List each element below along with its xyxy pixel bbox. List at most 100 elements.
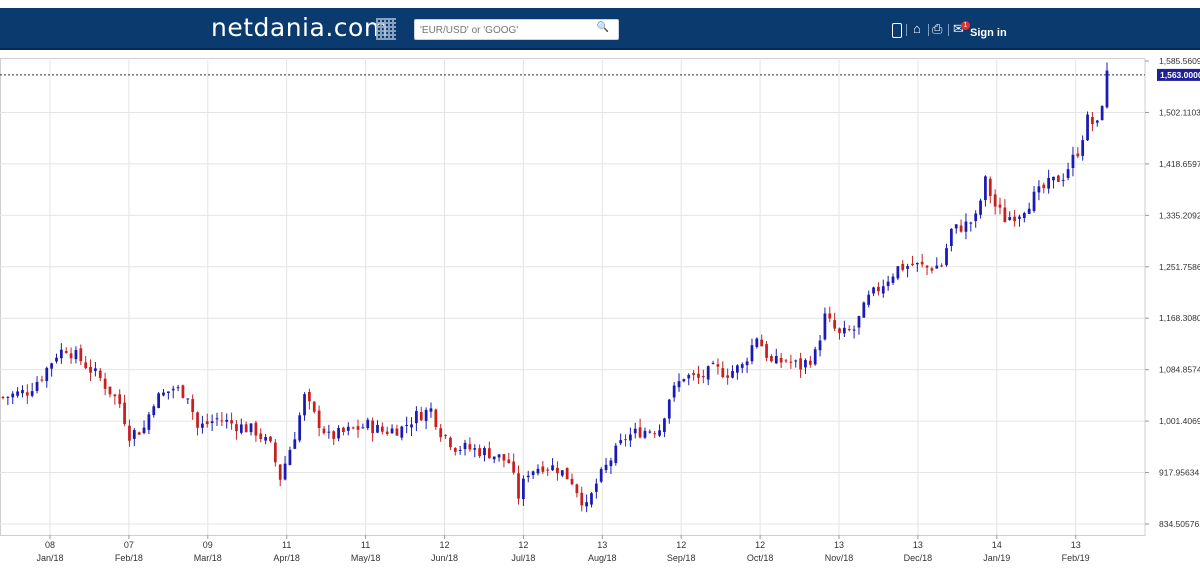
candle-body xyxy=(779,357,783,363)
header-divider xyxy=(928,24,929,36)
candle-body xyxy=(342,427,345,433)
x-tick-month: Nov/18 xyxy=(825,553,854,563)
candle-body xyxy=(1081,140,1085,156)
candle-body xyxy=(629,434,632,441)
candle-body xyxy=(891,276,895,283)
x-tick-day: 12 xyxy=(439,540,449,550)
candle-body xyxy=(142,427,146,434)
x-tick-month: Jan/18 xyxy=(36,553,63,563)
candle-body xyxy=(312,401,316,412)
candle-body xyxy=(220,420,224,422)
candle-body xyxy=(181,385,185,398)
candle-body xyxy=(872,287,875,294)
candle-body xyxy=(663,418,666,432)
top-strip xyxy=(0,0,1200,8)
candle-body xyxy=(1071,154,1075,169)
candle-body xyxy=(371,420,374,434)
candle-body xyxy=(784,360,788,362)
candle-body xyxy=(731,370,734,378)
x-tick-month: Apr/18 xyxy=(273,553,300,563)
candle-body xyxy=(283,463,287,480)
candle-body xyxy=(79,348,83,362)
candle-body xyxy=(551,465,554,471)
candle-body xyxy=(648,431,652,433)
candle-body xyxy=(560,470,564,476)
netdania-logo[interactable]: netdania.com xyxy=(211,13,389,42)
x-tick-month: Sep/18 xyxy=(667,553,696,563)
search-icon[interactable]: 🔍 xyxy=(597,22,609,33)
candle-body xyxy=(1027,208,1031,214)
x-tick-day: 14 xyxy=(992,540,1002,550)
x-tick-month: Oct/18 xyxy=(747,553,774,563)
candle-body xyxy=(385,431,389,434)
candle-body xyxy=(770,356,773,362)
candle-body xyxy=(507,459,511,464)
x-tick-month: May/18 xyxy=(351,553,381,563)
candle-body xyxy=(818,340,822,351)
candle-body xyxy=(522,478,525,500)
candle-body xyxy=(55,357,58,362)
candle-body xyxy=(186,398,190,400)
grid-menu-icon[interactable] xyxy=(376,18,396,40)
notification-badge: 1 xyxy=(961,21,970,30)
y-tick-label: 834.50576 xyxy=(1159,519,1199,529)
y-tick-label: 1,585.5609 xyxy=(1159,56,1200,66)
candle-body xyxy=(590,493,593,505)
header-divider xyxy=(948,24,949,36)
price-chart[interactable]: 1,585.5609 1,502.1103 1,418.6597 1,335.2092… xyxy=(0,50,1200,582)
x-tick-day: 13 xyxy=(834,540,844,550)
candle-body xyxy=(847,329,851,331)
site-header: netdania.com 🔍 ⌂ ⎙ ✉ 1 Sign in xyxy=(0,8,1200,50)
candle-body xyxy=(833,320,837,329)
y-tick-label: 1,251.7586 xyxy=(1159,262,1200,272)
candle-body xyxy=(235,424,238,432)
symbol-search-box[interactable]: 🔍 xyxy=(414,19,619,40)
candle-body xyxy=(1056,175,1060,182)
candle-body xyxy=(930,268,934,271)
candle-body xyxy=(1,397,5,399)
candle-body xyxy=(171,388,175,391)
x-axis: 08 Jan/18 07 Feb/18 09 Mar/18 11 Apr/18 11 May/18… xyxy=(36,535,1090,563)
candle-body xyxy=(424,409,428,421)
candle-body xyxy=(244,424,248,433)
candle-body xyxy=(653,433,657,435)
candle-body xyxy=(609,460,613,467)
candle-body xyxy=(327,431,331,433)
candle-body xyxy=(21,390,24,394)
candle-body xyxy=(658,430,661,436)
x-tick-day: 11 xyxy=(361,540,370,550)
candle-body xyxy=(254,422,258,436)
print-icon[interactable]: ⎙ xyxy=(932,22,942,36)
candle-body xyxy=(25,392,29,396)
candle-body xyxy=(716,364,720,367)
mobile-phone-icon[interactable] xyxy=(892,23,902,38)
candle-body xyxy=(998,204,1002,208)
candle-body xyxy=(531,471,535,476)
home-icon[interactable]: ⌂ xyxy=(913,22,921,36)
candle-body xyxy=(546,469,550,471)
candle-body xyxy=(1037,186,1041,193)
candle-body xyxy=(804,359,807,368)
x-tick-day: 12 xyxy=(518,540,528,550)
candle-body xyxy=(599,469,603,482)
candle-body xyxy=(201,423,204,428)
candle-body xyxy=(969,222,973,224)
candle-body xyxy=(40,379,44,381)
candle-body xyxy=(774,355,778,364)
current-price-label: 1,563.0000 xyxy=(1160,70,1200,80)
candle-body xyxy=(273,442,277,463)
candle-body xyxy=(823,313,827,340)
candle-body xyxy=(132,430,136,439)
x-tick-day: 13 xyxy=(913,540,923,550)
candle-body xyxy=(993,194,997,207)
candle-body xyxy=(911,263,914,266)
sign-in-link[interactable]: Sign in xyxy=(970,27,1007,39)
candle-body xyxy=(701,375,705,378)
candle-body xyxy=(726,375,730,378)
candle-body xyxy=(1032,191,1036,211)
y-tick-label: 1,418.6597 xyxy=(1159,159,1200,169)
candle-body xyxy=(210,421,214,424)
candle-body xyxy=(755,338,759,348)
candle-body xyxy=(828,313,832,319)
symbol-search-input[interactable] xyxy=(415,22,590,39)
